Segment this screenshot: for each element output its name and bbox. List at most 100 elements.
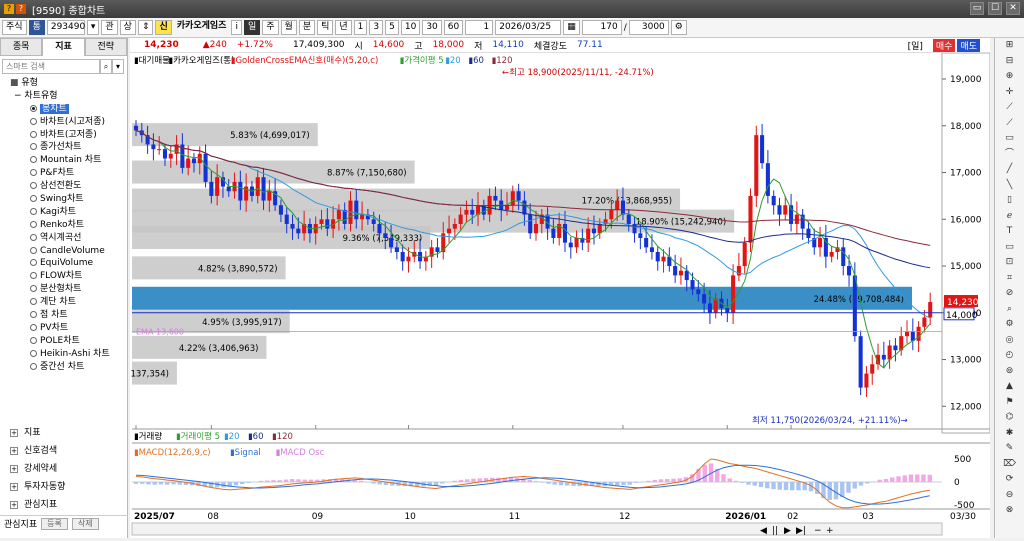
drawing-tool-icon[interactable]: ╲ bbox=[1003, 178, 1017, 194]
buy-button[interactable]: 매수 bbox=[933, 39, 956, 52]
drawing-tool-icon[interactable]: ✎ bbox=[1003, 441, 1017, 457]
tree-group-indicators[interactable]: +지표 bbox=[0, 424, 128, 442]
interval-3-button[interactable]: 3 bbox=[369, 20, 383, 35]
chart-type-item[interactable]: PV차트 bbox=[0, 322, 127, 335]
tab-strategy[interactable]: 전략 bbox=[85, 38, 127, 56]
drawing-tool-icon[interactable]: ⚑ bbox=[1003, 395, 1017, 411]
drawing-tool-icon[interactable]: ▲ bbox=[1003, 379, 1017, 395]
drawing-tool-icon[interactable]: ◴ bbox=[1003, 348, 1017, 364]
drawing-tool-icon[interactable]: ▯ bbox=[1003, 193, 1017, 209]
updown-stepper[interactable]: ⇕ bbox=[138, 20, 154, 35]
scrollbar-zoom-in-button[interactable]: + bbox=[826, 526, 834, 536]
drawing-tool-icon[interactable]: ▭ bbox=[1003, 131, 1017, 147]
chart-type-item[interactable]: CandleVolume bbox=[0, 245, 127, 258]
drawing-tool-icon[interactable]: ✛ bbox=[1003, 85, 1017, 101]
chart-type-item[interactable]: POLE차트 bbox=[0, 335, 127, 348]
drawing-tool-icon[interactable]: ⊟ bbox=[1003, 54, 1017, 70]
chart-type-item[interactable]: Renko차트 bbox=[0, 219, 127, 232]
window-help-icon[interactable]: ? bbox=[16, 4, 26, 14]
maximize-button[interactable]: ☐ bbox=[988, 2, 1002, 15]
chart-type-item[interactable]: Heikin-Ashi 차트 bbox=[0, 348, 127, 361]
drawing-tool-icon[interactable]: ⊞ bbox=[1003, 38, 1017, 54]
drawing-tool-icon[interactable]: ⌗ bbox=[1003, 271, 1017, 287]
code-dropdown-button[interactable]: ▾ bbox=[87, 20, 100, 35]
chart-svg[interactable]: ▮대기매물▮카카오게임즈(통)▮GoldenCrossEMA신호(매수)(5,2… bbox=[130, 53, 990, 538]
scrollbar-play-button[interactable]: ▶| bbox=[796, 526, 806, 536]
related-button[interactable]: 상 bbox=[120, 20, 136, 35]
drawing-tool-icon[interactable]: ✱ bbox=[1003, 426, 1017, 442]
chart-type-item[interactable]: Mountain 차트 bbox=[0, 154, 127, 167]
drawing-tool-icon[interactable]: ⌒ bbox=[1003, 147, 1017, 163]
sell-button[interactable]: 매도 bbox=[957, 39, 980, 52]
interest-button[interactable]: 관 bbox=[101, 20, 117, 35]
drawing-tool-icon[interactable]: ⟋ bbox=[1003, 100, 1017, 116]
drawing-tool-icon[interactable]: ⊚ bbox=[1003, 364, 1017, 380]
drawing-tool-icon[interactable]: ⚙ bbox=[1003, 317, 1017, 333]
search-icon[interactable]: ⌕ bbox=[100, 59, 112, 74]
chart-area[interactable]: ▮대기매물▮카카오게임즈(통)▮GoldenCrossEMA신호(매수)(5,2… bbox=[130, 53, 990, 538]
drawing-tool-icon[interactable]: ⟳ bbox=[1003, 472, 1017, 488]
stock-code-input[interactable]: 293490 bbox=[47, 20, 85, 35]
tree-group-strength[interactable]: +강세약세 bbox=[0, 460, 128, 478]
scrollbar-zoom-out-button[interactable]: − bbox=[814, 526, 822, 536]
date-input[interactable]: 2026/03/25 bbox=[495, 20, 561, 35]
calendar-icon[interactable]: ▦ bbox=[563, 20, 580, 35]
drawing-tool-icon[interactable]: ⟋ bbox=[1003, 116, 1017, 132]
tree-group-type[interactable]: ■ 유형 bbox=[0, 77, 127, 90]
tab-indicators[interactable]: 지표 bbox=[42, 38, 84, 56]
chart-type-item[interactable]: EquiVolume bbox=[0, 257, 127, 270]
chart-type-item[interactable]: Swing차트 bbox=[0, 193, 127, 206]
chart-type-item[interactable]: 점 차트 bbox=[0, 309, 127, 322]
tree-sub-chart-type[interactable]: − 차트유형 bbox=[0, 90, 127, 103]
chart-type-item[interactable]: 중간선 차트 bbox=[0, 361, 127, 374]
tree-group-signal-search[interactable]: +신호검색 bbox=[0, 442, 128, 460]
drawing-tool-icon[interactable]: ⌬ bbox=[1003, 410, 1017, 426]
chart-type-item[interactable]: 종가선차트 bbox=[0, 141, 127, 154]
drawing-tool-icon[interactable]: ▭ bbox=[1003, 240, 1017, 256]
interval-1-button[interactable]: 1 bbox=[354, 20, 368, 35]
interval-60-button[interactable]: 60 bbox=[444, 20, 463, 35]
minimize-button[interactable]: ▭ bbox=[970, 2, 984, 15]
drawing-tool-icon[interactable]: ╱ bbox=[1003, 162, 1017, 178]
tree-group-investor[interactable]: +투자자동향 bbox=[0, 478, 128, 496]
scrollbar-prev-button[interactable]: ◀ bbox=[760, 526, 767, 536]
chart-type-item[interactable]: 삼선전환도 bbox=[0, 180, 127, 193]
drawing-tool-icon[interactable]: ⊖ bbox=[1003, 488, 1017, 504]
interval-10-button[interactable]: 10 bbox=[401, 20, 420, 35]
drawing-tool-icon[interactable]: ⊡ bbox=[1003, 255, 1017, 271]
unit-input[interactable]: 1 bbox=[465, 20, 493, 35]
chart-type-item[interactable]: 분산형차트 bbox=[0, 283, 127, 296]
chart-type-item[interactable]: 바차트(시고저종) bbox=[0, 116, 127, 129]
register-button[interactable]: 등록 bbox=[41, 518, 68, 530]
chart-type-item[interactable]: FLOW차트 bbox=[0, 270, 127, 283]
drawing-tool-icon[interactable]: T bbox=[1003, 224, 1017, 240]
drawing-tool-icon[interactable]: ◎ bbox=[1003, 333, 1017, 349]
chart-type-item[interactable]: 봉차트 bbox=[0, 103, 127, 116]
chart-type-item[interactable]: 바차트(고저종) bbox=[0, 129, 127, 142]
drawing-tool-icon[interactable]: ⊕ bbox=[1003, 69, 1017, 85]
chart-type-item[interactable]: 역시계곡선 bbox=[0, 232, 127, 245]
chart-type-item[interactable]: P&F차트 bbox=[0, 167, 127, 180]
search-clear-icon[interactable]: ▾ bbox=[112, 59, 124, 74]
settings-gear-icon[interactable]: ⚙ bbox=[671, 20, 687, 35]
total-input[interactable]: 3000 bbox=[629, 20, 669, 35]
period-month-button[interactable]: 월 bbox=[281, 20, 297, 35]
smart-search-input[interactable] bbox=[2, 59, 100, 74]
period-week-button[interactable]: 주 bbox=[262, 20, 278, 35]
drawing-tool-icon[interactable]: ⊘ bbox=[1003, 286, 1017, 302]
interval-5-button[interactable]: 5 bbox=[385, 20, 399, 35]
tab-stocks[interactable]: 종목 bbox=[0, 38, 42, 56]
type-badge[interactable]: 통 bbox=[29, 20, 45, 35]
scrollbar-pause-button[interactable]: || bbox=[772, 526, 778, 536]
period-tick-button[interactable]: 틱 bbox=[317, 20, 333, 35]
chart-type-item[interactable]: Kagi차트 bbox=[0, 206, 127, 219]
close-button[interactable]: ✕ bbox=[1006, 2, 1020, 15]
delete-button[interactable]: 삭제 bbox=[72, 518, 99, 530]
drawing-tool-icon[interactable]: ⌦ bbox=[1003, 457, 1017, 473]
drawing-tool-icon[interactable]: ℯ bbox=[1003, 209, 1017, 225]
drawing-tool-icon[interactable]: ⊗ bbox=[1003, 503, 1017, 519]
market-type-select[interactable]: 주식 bbox=[2, 20, 27, 35]
tree-group-favorites[interactable]: +관심지표 bbox=[0, 496, 128, 514]
interval-30-button[interactable]: 30 bbox=[422, 20, 441, 35]
scrollbar-next-button[interactable]: ▶ bbox=[784, 526, 791, 536]
